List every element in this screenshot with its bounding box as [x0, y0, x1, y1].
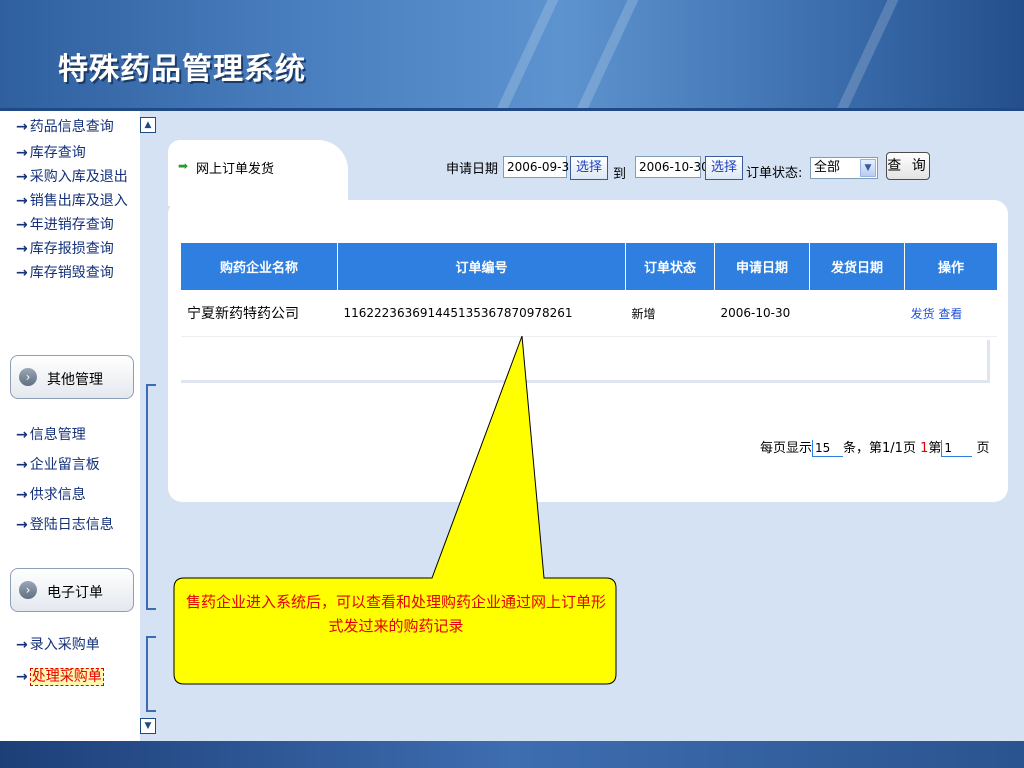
col-order-no: 订单编号 [337, 243, 626, 290]
sidebar-section-rail [146, 636, 156, 712]
chevron-right-icon: › [19, 368, 37, 386]
arrow-icon: → [16, 145, 28, 161]
date-from-field[interactable]: 2006-09-30 [503, 156, 577, 178]
sidebar-item-supply-demand[interactable]: → 供求信息 [16, 484, 86, 504]
chevron-right-icon: › [19, 581, 37, 599]
col-ship-date: 发货日期 [809, 243, 905, 290]
cell-ship-date [809, 290, 905, 337]
cell-actions: 发货 查看 [904, 290, 997, 337]
goto-page-input[interactable]: 1 [941, 440, 973, 457]
cell-order-no: 11622236369144513536787097826​1 [337, 290, 626, 337]
arrow-icon: → [16, 265, 28, 281]
sidebar-item-purchase-in[interactable]: → 采购入库及退出 [16, 166, 128, 186]
arrow-icon: → [16, 427, 28, 443]
sidebar-item-message-board[interactable]: → 企业留言板 [16, 454, 100, 474]
sidebar-item-loss-query[interactable]: → 库存报损查询 [16, 238, 114, 258]
sidebar-item-sales-out[interactable]: → 销售出库及退入 [16, 190, 128, 210]
col-company: 购药企业名称 [181, 243, 338, 290]
header-banner: 特殊药品管理系统 [0, 0, 1024, 110]
ship-link[interactable]: 发货 [911, 307, 935, 321]
arrow-icon: → [16, 637, 28, 653]
play-arrow-icon: ➡ [178, 159, 189, 173]
scroll-up-button[interactable]: ▲ [140, 117, 156, 133]
table-row: 宁夏新药特药公司 11622236369144513536787097826​1… [181, 290, 997, 337]
view-link[interactable]: 查看 [938, 307, 962, 321]
scroll-down-button[interactable]: ▼ [140, 718, 156, 734]
footer-bar [0, 741, 1024, 768]
sidebar-item-process-purchase[interactable]: → 处理采购单 [16, 666, 104, 686]
to-label: 到 [613, 167, 627, 182]
col-actions: 操作 [904, 243, 997, 290]
query-button[interactable]: 查 询 [886, 152, 930, 180]
sidebar-item-destroy-query[interactable]: → 库存销毁查询 [16, 262, 114, 282]
empty-table-row [181, 340, 990, 383]
col-status: 订单状态 [625, 243, 715, 290]
arrow-icon: → [16, 217, 28, 233]
cell-company: 宁夏新药特药公司 [181, 290, 338, 337]
sidebar-item-annual-query[interactable]: → 年进销存查询 [16, 214, 114, 234]
arrow-icon: → [16, 487, 28, 503]
arrow-icon: → [16, 169, 28, 185]
arrow-icon: → [16, 193, 28, 209]
arrow-icon: → [16, 119, 28, 135]
sidebar-item-login-log[interactable]: → 登陆日志信息 [16, 514, 114, 534]
sidebar-item-stock-query[interactable]: → 库存查询 [16, 142, 86, 162]
per-page-input[interactable]: 15 [812, 440, 844, 457]
order-status-label: 订单状态: [746, 166, 803, 181]
section-other-management[interactable]: › 其他管理 [10, 355, 134, 399]
arrow-icon: → [16, 669, 28, 685]
sidebar-item-drug-info[interactable]: → 药品信息查询 [16, 116, 114, 136]
sidebar-section-rail [146, 384, 156, 610]
apply-date-label: 申请日期 [446, 162, 499, 177]
app-title: 特殊药品管理系统 [58, 52, 306, 87]
pick-date-to-button[interactable]: 选择 [705, 156, 743, 180]
callout-text: 售药企业进入系统后，可以查看和处理购药企业通过网上订单形式发过来的购药记录 [185, 593, 606, 635]
col-apply-date: 申请日期 [714, 243, 810, 290]
cell-status: 新增 [625, 290, 715, 337]
pagination: 每页显示 15 条，第1/1页 1第 1 页 [760, 440, 990, 457]
pick-date-from-button[interactable]: 选择 [570, 156, 608, 180]
chevron-down-icon: ▼ [860, 159, 876, 177]
section-electronic-order[interactable]: › 电子订单 [10, 568, 134, 612]
order-table: 购药企业名称 订单编号 订单状态 申请日期 发货日期 操作 宁夏新药特药公司 1… [181, 243, 997, 337]
cell-apply-date: 2006-10-30 [714, 290, 810, 337]
arrow-icon: → [16, 517, 28, 533]
tab-online-order-ship[interactable]: ➡ 网上订单发货 [168, 140, 348, 206]
arrow-icon: → [16, 241, 28, 257]
arrow-icon: → [16, 457, 28, 473]
sidebar-item-enter-purchase[interactable]: → 录入采购单 [16, 634, 100, 654]
sidebar-item-info-management[interactable]: → 信息管理 [16, 424, 86, 444]
date-to-field[interactable]: 2006-10-30 [635, 156, 709, 178]
order-status-select[interactable]: 全部 ▼ [810, 157, 878, 179]
